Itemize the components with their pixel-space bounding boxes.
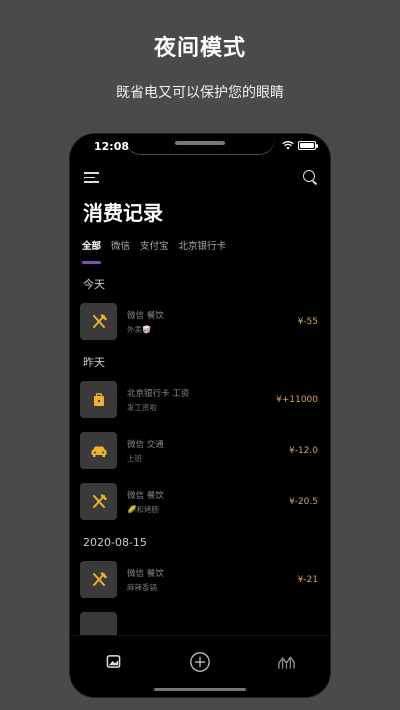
list-item[interactable]: 微信 餐饮 外卖🥡 ¥-55: [70, 296, 330, 347]
nav-add-button[interactable]: [188, 650, 212, 674]
plus-circle-icon: [190, 651, 210, 672]
battery-icon: [298, 141, 318, 150]
record-amount: ¥-12.0: [288, 445, 318, 456]
image-icon: [106, 655, 121, 668]
chart-icon: [278, 655, 295, 669]
briefcase-icon: [93, 392, 104, 406]
list-item-partial[interactable]: [70, 605, 330, 635]
utensils-icon: [92, 493, 107, 508]
status-icons: [282, 141, 318, 150]
car-icon: [91, 446, 106, 457]
section-date: 昨天: [83, 356, 105, 369]
record-list[interactable]: 今天 微信 餐饮 外卖🥡 ¥-55 昨天 北京银行卡 工资 发工资啦 ¥+110…: [70, 274, 330, 635]
list-item[interactable]: 微信 餐饮 🌽和烤肠 ¥-20.5: [70, 476, 330, 527]
section-date: 今天: [83, 278, 105, 291]
record-note: 外卖🥡: [127, 324, 152, 334]
tab-indicator: [82, 261, 101, 264]
record-category: 北京银行卡 工资: [127, 388, 190, 399]
wifi-icon: [282, 141, 294, 150]
section-date: 2020-08-15: [83, 536, 147, 549]
record-amount: ¥-20.5: [288, 496, 318, 507]
bottom-nav: [70, 635, 330, 697]
record-category: 微信 餐饮: [127, 568, 164, 579]
record-note: 麻辣香锅: [127, 582, 157, 592]
page-title: 消费记录: [83, 201, 163, 225]
record-note: 🌽和烤肠: [127, 504, 159, 514]
nav-records-button[interactable]: [101, 650, 125, 674]
record-note: 上班: [127, 453, 142, 463]
category-icon-box: [80, 483, 117, 520]
record-category: 微信 餐饮: [127, 490, 164, 501]
tab-wechat[interactable]: 微信: [111, 238, 130, 252]
record-category: 微信 餐饮: [127, 310, 164, 321]
record-amount: ¥-55: [297, 316, 318, 327]
tab-alipay[interactable]: 支付宝: [140, 238, 169, 252]
category-icon-box: [80, 561, 117, 598]
record-amount: ¥-21: [297, 574, 318, 585]
record-category: 微信 交通: [127, 439, 164, 450]
promo-title: 夜间模式: [153, 36, 246, 61]
record-note: 发工资啦: [127, 402, 157, 412]
search-icon[interactable]: [302, 169, 318, 185]
category-icon-box: [80, 612, 117, 635]
list-item[interactable]: 微信 交通 上班 ¥-12.0: [70, 425, 330, 476]
category-icon-box: [80, 381, 117, 418]
category-icon-box: [80, 303, 117, 340]
nav-stats-button[interactable]: [275, 650, 299, 674]
category-icon-box: [80, 432, 117, 469]
record-amount: ¥+11000: [276, 394, 318, 405]
utensils-icon: [92, 571, 107, 586]
status-time: 12:08: [94, 140, 130, 153]
tab-bar: 全部 微信 支付宝 北京银行卡: [82, 238, 226, 252]
phone-speaker: [175, 141, 225, 145]
tab-all[interactable]: 全部: [82, 238, 101, 252]
utensils-icon: [92, 313, 107, 328]
list-item[interactable]: 北京银行卡 工资 发工资啦 ¥+11000: [70, 374, 330, 425]
menu-icon[interactable]: [84, 171, 100, 183]
list-item[interactable]: 微信 餐饮 麻辣香锅 ¥-21: [70, 554, 330, 605]
phone-frame: 12:08 消费记录 全部 微信 支付宝 北京银行卡 今天 微信 餐饮 外卖🥡 …: [69, 133, 331, 698]
home-indicator: [154, 688, 246, 691]
promo-subtitle: 既省电又可以保护您的眼睛: [116, 85, 284, 101]
tab-bank-card[interactable]: 北京银行卡: [179, 238, 227, 252]
